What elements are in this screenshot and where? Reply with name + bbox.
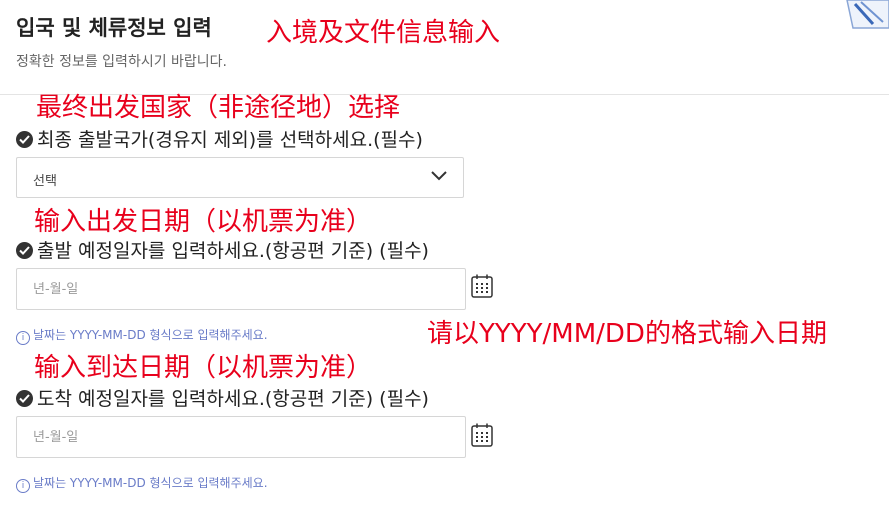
annotation-title: 入境及文件信息输入 bbox=[266, 18, 501, 48]
check-circle-icon bbox=[16, 242, 33, 259]
arrival-date-label: 도착 예정일자를 입력하세요.(항공편 기준) (필수) bbox=[16, 384, 429, 411]
page-title: 입국 및 체류정보 입력 bbox=[16, 16, 212, 40]
departure-date-hint: i 날짜는 YYYY-MM-DD 형식으로 입력해주세요. bbox=[16, 326, 268, 345]
arrival-date-hint-text: 날짜는 YYYY-MM-DD 형식으로 입력해주세요. bbox=[33, 476, 268, 490]
departure-country-label-text: 최종 출발국가(경유지 제외)를 선택하세요.(필수) bbox=[37, 129, 423, 151]
info-icon: i bbox=[16, 479, 30, 493]
departure-date-hint-text: 날짜는 YYYY-MM-DD 형식으로 입력해주세요. bbox=[33, 328, 268, 342]
annotation-date-format: 请以YYYY/MM/DD的格式输入日期 bbox=[427, 319, 827, 349]
info-icon: i bbox=[16, 331, 30, 345]
departure-date-label: 출발 예정일자를 입력하세요.(항공편 기준) (필수) bbox=[16, 236, 429, 263]
corner-logo-icon bbox=[846, 0, 889, 29]
arrival-date-input[interactable] bbox=[16, 416, 466, 458]
departure-date-label-text: 출발 예정일자를 입력하세요.(항공편 기준) (필수) bbox=[37, 240, 429, 262]
page-subtitle: 정확한 정보를 입력하시기 바랍니다. bbox=[16, 54, 227, 70]
chevron-down-icon bbox=[431, 171, 447, 181]
departure-country-label: 최종 출발국가(경유지 제외)를 선택하세요.(필수) bbox=[16, 125, 423, 152]
annotation-departure-country: 最终出发国家（非途径地）选择 bbox=[36, 93, 401, 123]
annotation-departure-date: 输入出发日期（以机票为准） bbox=[34, 207, 373, 237]
departure-country-selected: 선택 bbox=[33, 174, 57, 189]
check-circle-icon bbox=[16, 131, 33, 148]
arrival-date-hint: i 날짜는 YYYY-MM-DD 형식으로 입력해주세요. bbox=[16, 474, 268, 493]
annotation-arrival-date: 输入到达日期（以机票为准） bbox=[34, 353, 373, 383]
check-circle-icon bbox=[16, 390, 33, 407]
departure-country-select[interactable]: 선택 bbox=[16, 157, 464, 198]
calendar-icon[interactable] bbox=[471, 274, 493, 298]
arrival-date-label-text: 도착 예정일자를 입력하세요.(항공편 기준) (필수) bbox=[37, 388, 429, 410]
departure-date-input[interactable] bbox=[16, 268, 466, 310]
calendar-icon[interactable] bbox=[471, 423, 493, 447]
